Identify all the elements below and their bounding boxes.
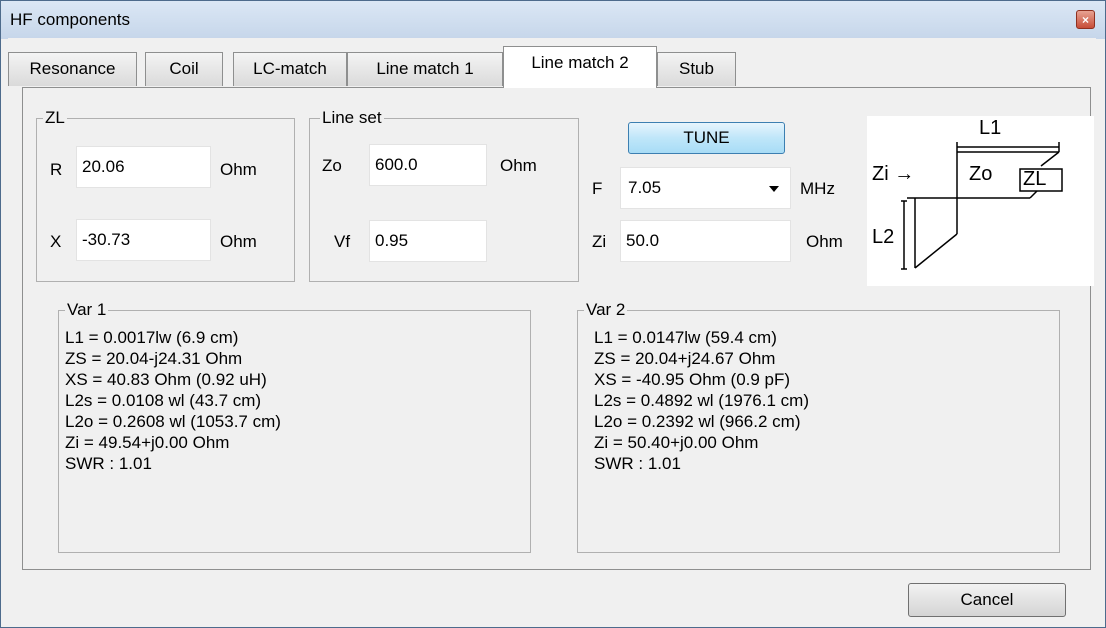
var2-legend: Var 2 (584, 300, 628, 319)
tune-button[interactable]: TUNE (628, 122, 785, 154)
tab-line-match-1[interactable]: Line match 1 (347, 52, 503, 86)
zo-diagram-label: Zo (969, 163, 993, 185)
line-match-diagram: L1 Zi → Zo ZL L2 (867, 116, 1094, 286)
zl-legend: ZL (43, 108, 67, 127)
l1-diagram-label: L1 (979, 117, 1002, 139)
var1-legend: Var 1 (65, 300, 109, 319)
tune-label: TUNE (683, 128, 730, 147)
zo-label: Zo (322, 156, 342, 175)
chevron-down-icon[interactable] (769, 186, 779, 192)
r-label: R (50, 160, 63, 179)
result-line: SWR : 1.01 (65, 454, 152, 473)
zi-unit-label: Ohm (806, 232, 843, 251)
tab-label: Line match 1 (376, 59, 474, 78)
result-line: SWR : 1.01 (594, 454, 681, 473)
tab-label: Stub (679, 59, 714, 78)
f-unit-label: MHz (800, 179, 835, 198)
var1-results: L1 = 0.0017lw (6.9 cm) ZS = 20.04-j24.31… (65, 327, 281, 474)
result-line: L1 = 0.0017lw (6.9 cm) (65, 328, 239, 347)
zi-input[interactable] (620, 220, 791, 262)
schematic-drawing (901, 142, 1063, 270)
zo-unit-label: Ohm (500, 156, 537, 175)
result-line: L1 = 0.0147lw (59.4 cm) (594, 328, 777, 347)
zl-diagram-label: ZL (1023, 168, 1047, 190)
zi-diagram-label: Zi → (872, 163, 915, 185)
frequency-value: 7.05 (628, 178, 662, 197)
tab-coil[interactable]: Coil (145, 52, 223, 86)
result-line: Zi = 50.40+j0.00 Ohm (594, 433, 759, 452)
result-line: L2s = 0.4892 wl (1976.1 cm) (594, 391, 809, 410)
window-title: HF components (10, 10, 130, 29)
frequency-select[interactable]: 7.05 (620, 167, 791, 209)
close-button[interactable]: × (1076, 10, 1095, 29)
close-icon: × (1081, 13, 1089, 27)
r-unit-label: Ohm (220, 160, 257, 179)
l2-diagram-label: L2 (872, 226, 895, 248)
tab-label: Line match 2 (531, 53, 629, 72)
cancel-button[interactable]: Cancel (908, 583, 1066, 617)
result-line: L2s = 0.0108 wl (43.7 cm) (65, 391, 262, 410)
tab-line-match-2[interactable]: Line match 2 (503, 46, 657, 88)
zo-input[interactable] (369, 144, 487, 186)
result-line: ZS = 20.04-j24.31 Ohm (65, 349, 243, 368)
x-unit-label: Ohm (220, 232, 257, 251)
tab-stub[interactable]: Stub (657, 52, 736, 86)
x-input[interactable] (76, 219, 211, 261)
var2-results: L1 = 0.0147lw (59.4 cm) ZS = 20.04+j24.6… (594, 327, 809, 474)
tab-lc-match[interactable]: LC-match (233, 52, 347, 86)
result-line: ZS = 20.04+j24.67 Ohm (594, 349, 776, 368)
title-bar[interactable]: HF components × (1, 1, 1105, 39)
result-line: L2o = 0.2608 wl (1053.7 cm) (65, 412, 281, 431)
line-set-legend: Line set (320, 108, 384, 127)
tab-label: Resonance (29, 59, 116, 78)
var1-group: Var 1 L1 = 0.0017lw (6.9 cm) ZS = 20.04-… (58, 301, 531, 553)
vf-label: Vf (334, 232, 351, 251)
tab-resonance[interactable]: Resonance (8, 52, 137, 86)
tab-label: Coil (169, 59, 199, 78)
result-line: Zi = 49.54+j0.00 Ohm (65, 433, 230, 452)
result-line: XS = 40.83 Ohm (0.92 uH) (65, 370, 267, 389)
r-input[interactable] (76, 146, 211, 188)
vf-input[interactable] (369, 220, 487, 262)
result-line: XS = -40.95 Ohm (0.9 pF) (594, 370, 791, 389)
tab-label: LC-match (253, 59, 327, 78)
x-label: X (50, 232, 62, 251)
zi-label: Zi (592, 232, 607, 251)
cancel-label: Cancel (960, 590, 1014, 609)
f-label: F (592, 179, 603, 198)
result-line: L2o = 0.2392 wl (966.2 cm) (594, 412, 801, 431)
var2-group: Var 2 L1 = 0.0147lw (59.4 cm) ZS = 20.04… (577, 301, 1060, 553)
